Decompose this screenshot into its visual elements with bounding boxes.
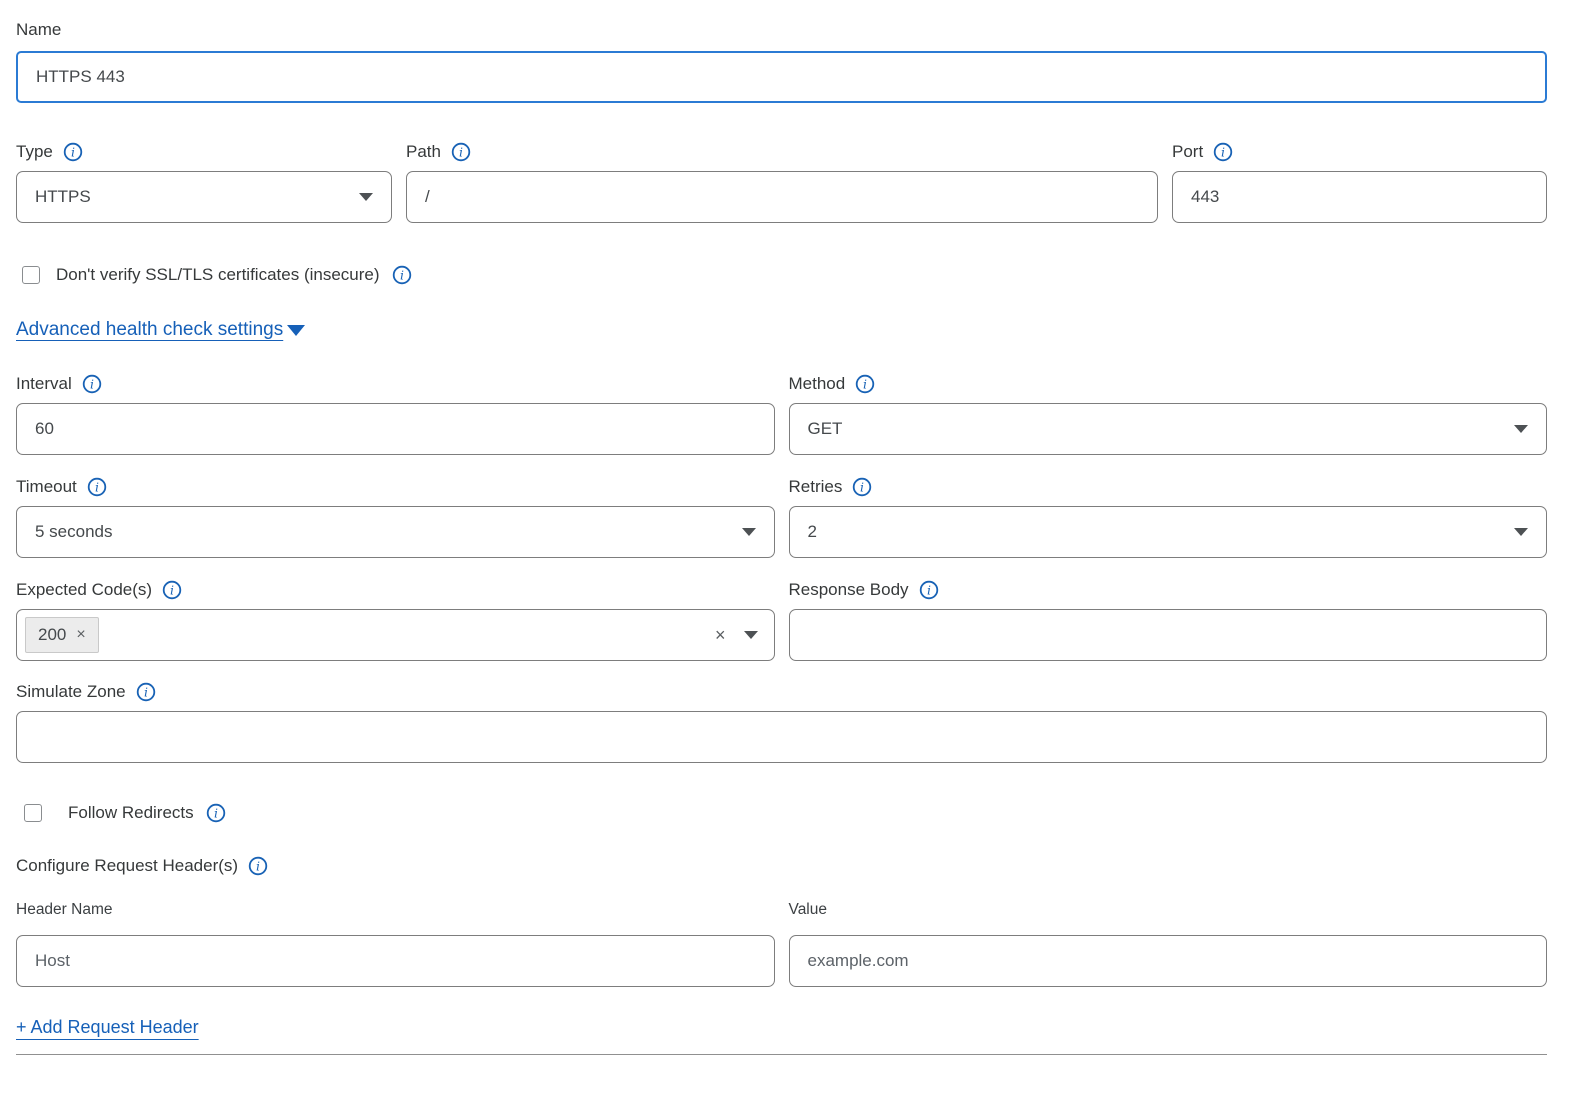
configure-headers-label: Configure Request Header(s) [16, 856, 238, 876]
health-check-form: Name Type i HTTPS Path [0, 0, 1570, 1107]
configure-headers-section: Configure Request Header(s) i [16, 853, 1547, 879]
follow-redirects-checkbox[interactable] [24, 804, 42, 822]
chevron-down-icon [1514, 425, 1528, 433]
ssl-verify-label: Don't verify SSL/TLS certificates (insec… [56, 265, 380, 285]
expected-codes-multiselect[interactable]: 200 × × [16, 609, 775, 661]
port-field-group: Port i [1172, 139, 1547, 223]
svg-text:i: i [144, 685, 148, 700]
add-request-header-link[interactable]: + Add Request Header [16, 1017, 199, 1037]
svg-text:i: i [95, 480, 99, 495]
retries-select[interactable]: 2 [789, 506, 1548, 558]
path-field-group: Path i [406, 139, 1158, 223]
chevron-down-icon [1514, 528, 1528, 536]
type-label: Type [16, 142, 53, 162]
expected-codes-info-icon[interactable]: i [162, 580, 182, 600]
type-field-group: Type i HTTPS [16, 139, 392, 223]
method-field-group: Method i GET [789, 371, 1548, 455]
svg-text:i: i [214, 806, 218, 821]
method-select[interactable]: GET [789, 403, 1548, 455]
svg-text:i: i [170, 583, 174, 598]
svg-text:i: i [927, 583, 931, 598]
chevron-down-icon [744, 631, 758, 639]
svg-text:i: i [860, 480, 864, 495]
header-value-column-label: Value [789, 901, 1548, 921]
expected-codes-field-group: Expected Code(s) i 200 × × [16, 577, 775, 661]
interval-info-icon[interactable]: i [82, 374, 102, 394]
section-divider [16, 1054, 1547, 1055]
response-body-label: Response Body [789, 580, 909, 600]
follow-redirects-row: Follow Redirects i [16, 803, 1547, 823]
interval-label: Interval [16, 374, 72, 394]
caret-down-icon [287, 325, 305, 336]
name-field-group: Name [16, 18, 1547, 103]
follow-redirects-info-icon[interactable]: i [206, 803, 226, 823]
retries-info-icon[interactable]: i [852, 477, 872, 497]
svg-text:i: i [256, 859, 260, 874]
type-select[interactable]: HTTPS [16, 171, 392, 223]
simulate-zone-input[interactable] [16, 711, 1547, 763]
timeout-info-icon[interactable]: i [87, 477, 107, 497]
expected-code-tag-text: 200 [38, 625, 66, 645]
header-name-field-group: Header Name [16, 901, 775, 987]
method-select-value: GET [808, 419, 843, 439]
clear-all-icon[interactable]: × [715, 625, 726, 646]
chevron-down-icon [359, 193, 373, 201]
retries-select-value: 2 [808, 522, 817, 542]
timeout-label: Timeout [16, 477, 77, 497]
path-info-icon[interactable]: i [451, 142, 471, 162]
remove-tag-icon[interactable]: × [76, 626, 85, 644]
name-label-text: Name [16, 20, 61, 40]
ssl-verify-info-icon[interactable]: i [392, 265, 412, 285]
port-label: Port [1172, 142, 1203, 162]
header-name-column-label: Header Name [16, 901, 775, 921]
type-info-icon[interactable]: i [63, 142, 83, 162]
name-label: Name [16, 18, 1547, 42]
simulate-zone-field-group: Simulate Zone i [16, 679, 1547, 763]
svg-text:i: i [90, 377, 94, 392]
response-body-input[interactable] [789, 609, 1548, 661]
svg-text:i: i [400, 268, 404, 283]
path-input[interactable] [406, 171, 1158, 223]
path-label: Path [406, 142, 441, 162]
retries-field-group: Retries i 2 [789, 474, 1548, 558]
request-header-row: Header Name Value [16, 901, 1547, 987]
simulate-zone-info-icon[interactable]: i [136, 682, 156, 702]
header-value-input[interactable] [789, 935, 1548, 987]
method-label: Method [789, 374, 846, 394]
svg-text:i: i [863, 377, 867, 392]
svg-text:i: i [1221, 145, 1225, 160]
svg-text:i: i [459, 145, 463, 160]
expected-codes-label: Expected Code(s) [16, 580, 152, 600]
advanced-settings-grid: Interval i Method i [16, 371, 1547, 661]
chevron-down-icon [742, 528, 756, 536]
advanced-settings-link-text: Advanced health check settings [16, 319, 283, 341]
timeout-field-group: Timeout i 5 seconds [16, 474, 775, 558]
advanced-settings-link[interactable]: Advanced health check settings [16, 319, 305, 341]
response-body-info-icon[interactable]: i [919, 580, 939, 600]
header-value-field-group: Value [789, 901, 1548, 987]
follow-redirects-label: Follow Redirects [68, 803, 194, 823]
type-select-value: HTTPS [35, 187, 91, 207]
timeout-select[interactable]: 5 seconds [16, 506, 775, 558]
svg-text:i: i [71, 145, 75, 160]
configure-headers-info-icon[interactable]: i [248, 856, 268, 876]
interval-field-group: Interval i [16, 371, 775, 455]
method-info-icon[interactable]: i [855, 374, 875, 394]
simulate-zone-label: Simulate Zone [16, 682, 126, 702]
interval-input[interactable] [16, 403, 775, 455]
expected-code-tag: 200 × [25, 617, 99, 653]
port-input[interactable] [1172, 171, 1547, 223]
port-info-icon[interactable]: i [1213, 142, 1233, 162]
name-input[interactable] [16, 51, 1547, 103]
timeout-select-value: 5 seconds [35, 522, 113, 542]
header-name-input[interactable] [16, 935, 775, 987]
type-path-port-row: Type i HTTPS Path i [16, 139, 1547, 223]
response-body-field-group: Response Body i [789, 577, 1548, 661]
ssl-verify-checkbox-row: Don't verify SSL/TLS certificates (insec… [16, 265, 1547, 285]
retries-label: Retries [789, 477, 843, 497]
ssl-verify-checkbox[interactable] [22, 266, 40, 284]
